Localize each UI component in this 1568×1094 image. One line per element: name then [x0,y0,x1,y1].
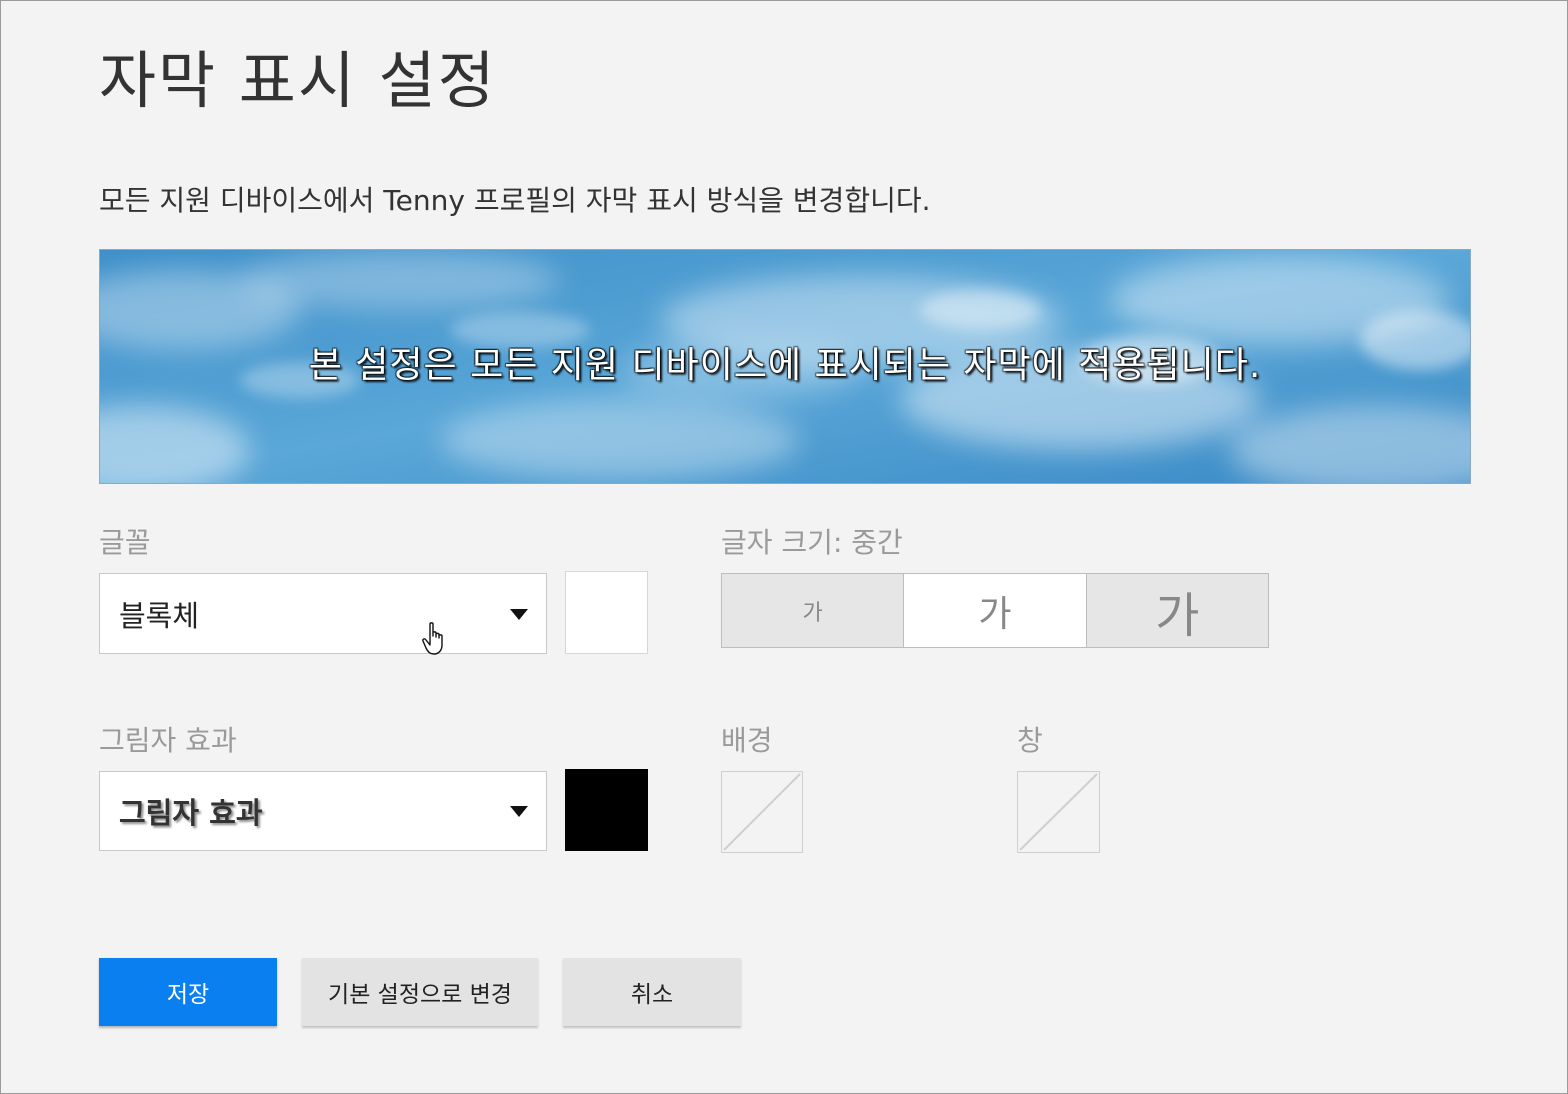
text-size-medium-option[interactable]: 가 [903,574,1086,647]
text-size-large-option[interactable]: 가 [1085,574,1268,647]
cancel-button[interactable]: 취소 [563,958,741,1026]
background-color-swatch[interactable] [721,771,803,853]
font-select[interactable]: 블록체 [99,573,547,654]
text-size-selector: 가 가 가 [721,573,1269,648]
background-label: 배경 [721,724,773,757]
text-size-small-option[interactable]: 가 [722,574,904,647]
page-title: 자막 표시 설정 [99,44,497,117]
settings-page: 자막 표시 설정 모든 지원 디바이스에서 Tenny 프로필의 자막 표시 방… [0,0,1568,1094]
window-label: 창 [1017,724,1043,757]
no-color-icon [723,773,801,851]
shadow-select-value: 그림자 효과 [119,796,263,830]
font-label: 글꼴 [99,526,151,559]
no-color-icon [1019,773,1098,851]
page-description: 모든 지원 디바이스에서 Tenny 프로필의 자막 표시 방식을 변경합니다. [99,184,931,217]
window-color-swatch[interactable] [1017,771,1100,853]
text-size-label: 글자 크기: 중간 [721,526,903,559]
font-select-value: 블록체 [119,598,200,633]
chevron-down-icon [510,608,528,620]
shadow-select[interactable]: 그림자 효과 [99,771,547,851]
shadow-color-swatch[interactable] [565,769,648,851]
chevron-down-icon [510,806,528,817]
preview-caption: 본 설정은 모든 지원 디바이스에 표시되는 자막에 적용됩니다. [308,345,1262,386]
reset-defaults-button[interactable]: 기본 설정으로 변경 [302,958,538,1026]
hand-cursor-icon [422,622,443,655]
save-button[interactable]: 저장 [99,958,277,1026]
shadow-label: 그림자 효과 [99,724,237,757]
font-color-swatch[interactable] [565,571,648,654]
caption-preview: 본 설정은 모든 지원 디바이스에 표시되는 자막에 적용됩니다. [99,249,1471,484]
